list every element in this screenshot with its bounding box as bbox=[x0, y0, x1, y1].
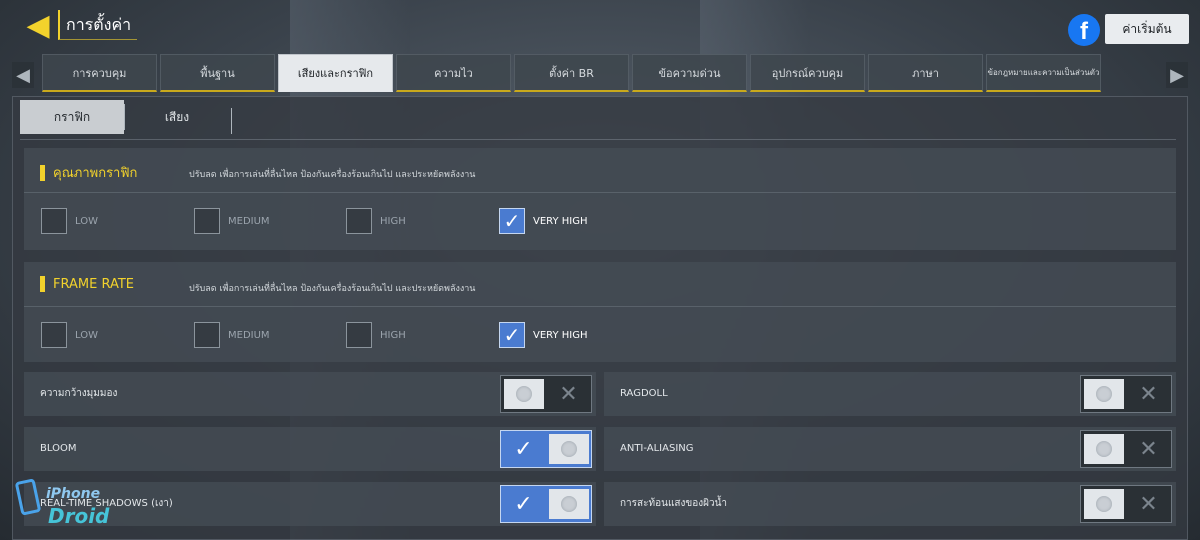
tab-controls[interactable]: การควบคุม bbox=[42, 54, 157, 92]
close-icon: ✕ bbox=[559, 381, 578, 407]
facebook-icon[interactable]: f bbox=[1068, 14, 1100, 46]
tab-language[interactable]: ภาษา bbox=[868, 54, 983, 92]
setting-row-water-reflection: การสะท้อนแสงของผิวน้ำ ✕ bbox=[604, 482, 1176, 526]
setting-row-field-of-view: ความกว้างมุมมอง ✕ bbox=[24, 372, 596, 416]
section-description: ปรับลด เพื่อการเล่นที่ลื่นไหล ป้องกันเคร… bbox=[189, 284, 476, 294]
checkmark-icon: ✓ bbox=[514, 491, 533, 517]
close-icon: ✕ bbox=[1139, 436, 1158, 462]
option-medium[interactable]: MEDIUM bbox=[194, 322, 270, 348]
back-arrow-icon[interactable]: ◀ bbox=[22, 10, 54, 42]
tab-audio-graphics[interactable]: เสียงและกราฟิก bbox=[278, 54, 393, 92]
phone-icon bbox=[14, 478, 42, 516]
checkmark-icon: ✓ bbox=[514, 436, 533, 462]
option-low[interactable]: LOW bbox=[41, 322, 98, 348]
subtab-audio[interactable]: เสียง bbox=[125, 100, 229, 134]
toggle-switch[interactable]: ✕ bbox=[1080, 375, 1172, 413]
setting-label: ANTI-ALIASING bbox=[620, 443, 694, 454]
watermark-logo: iPhone Droid bbox=[14, 478, 119, 534]
option-medium[interactable]: MEDIUM bbox=[194, 208, 270, 234]
divider bbox=[24, 192, 1176, 193]
chevron-right-icon[interactable]: ▶ bbox=[1166, 62, 1188, 88]
setting-label: ความกว้างมุมมอง bbox=[40, 388, 118, 399]
toggle-switch[interactable]: ✓ bbox=[500, 485, 592, 523]
checkbox[interactable] bbox=[194, 322, 220, 348]
option-label: MEDIUM bbox=[228, 329, 270, 341]
toggle-knob bbox=[1083, 434, 1124, 464]
tab-basic[interactable]: พื้นฐาน bbox=[160, 54, 275, 92]
page-title: การตั้งค่า bbox=[58, 10, 138, 40]
setting-row-bloom: BLOOM ✓ bbox=[24, 427, 596, 471]
frame-rate-section: FRAME RATE ปรับลด เพื่อการเล่นที่ลื่นไหล… bbox=[24, 262, 1176, 362]
toggle-knob bbox=[1083, 489, 1124, 519]
setting-label: การสะท้อนแสงของผิวน้ำ bbox=[620, 498, 728, 509]
toggle-switch[interactable]: ✕ bbox=[1080, 430, 1172, 468]
option-label: HIGH bbox=[380, 215, 406, 227]
tab-controllers[interactable]: อุปกรณ์ควบคุม bbox=[750, 54, 865, 92]
tab-quick-messages[interactable]: ข้อความด่วน bbox=[632, 54, 747, 92]
checkmark-icon[interactable]: ✓ bbox=[499, 322, 525, 348]
reset-defaults-button[interactable]: ค่าเริ่มต้น bbox=[1105, 14, 1189, 44]
tab-legal-privacy[interactable]: ข้อกฎหมายและความเป็นส่วนตัว bbox=[986, 54, 1101, 92]
graphics-quality-section: คุณภาพกราฟิก ปรับลด เพื่อการเล่นที่ลื่นไ… bbox=[24, 148, 1176, 250]
section-marker bbox=[40, 164, 45, 181]
option-low[interactable]: LOW bbox=[41, 208, 98, 234]
checkbox[interactable] bbox=[346, 322, 372, 348]
option-label: HIGH bbox=[380, 329, 406, 341]
toggle-knob bbox=[548, 489, 589, 519]
close-icon: ✕ bbox=[1139, 491, 1158, 517]
option-label: VERY HIGH bbox=[533, 329, 588, 341]
setting-row-ragdoll: RAGDOLL ✕ bbox=[604, 372, 1176, 416]
option-very-high[interactable]: ✓ VERY HIGH bbox=[499, 208, 588, 234]
section-title: FRAME RATE bbox=[53, 276, 134, 292]
section-title: คุณภาพกราฟิก bbox=[53, 166, 138, 181]
subtabs: กราฟิก เสียง bbox=[20, 100, 229, 134]
checkmark-icon[interactable]: ✓ bbox=[499, 208, 525, 234]
option-very-high[interactable]: ✓ VERY HIGH bbox=[499, 322, 588, 348]
tab-br-settings[interactable]: ตั้งค่า BR bbox=[514, 54, 629, 92]
toggle-switch[interactable]: ✕ bbox=[1080, 485, 1172, 523]
divider bbox=[24, 306, 1176, 307]
main-tabs: การควบคุม พื้นฐาน เสียงและกราฟิก ความไว … bbox=[42, 54, 1104, 92]
divider bbox=[20, 139, 1176, 140]
toggle-knob bbox=[1083, 379, 1124, 409]
section-description: ปรับลด เพื่อการเล่นที่ลื่นไหล ป้องกันเคร… bbox=[189, 170, 476, 180]
setting-label: BLOOM bbox=[40, 443, 77, 454]
setting-label: RAGDOLL bbox=[620, 388, 668, 399]
section-marker bbox=[40, 276, 45, 292]
setting-row-anti-aliasing: ANTI-ALIASING ✕ bbox=[604, 427, 1176, 471]
watermark-text: Droid bbox=[48, 504, 110, 528]
close-icon: ✕ bbox=[1139, 381, 1158, 407]
watermark-text: iPhone bbox=[46, 486, 101, 502]
option-label: MEDIUM bbox=[228, 215, 270, 227]
option-label: VERY HIGH bbox=[533, 215, 588, 227]
subtab-divider bbox=[231, 108, 232, 134]
checkbox[interactable] bbox=[41, 208, 67, 234]
option-high[interactable]: HIGH bbox=[346, 208, 406, 234]
checkbox[interactable] bbox=[346, 208, 372, 234]
option-high[interactable]: HIGH bbox=[346, 322, 406, 348]
option-label: LOW bbox=[75, 329, 98, 341]
toggle-switch[interactable]: ✕ bbox=[500, 375, 592, 413]
checkbox[interactable] bbox=[194, 208, 220, 234]
tab-sensitivity[interactable]: ความไว bbox=[396, 54, 511, 92]
subtab-graphics[interactable]: กราฟิก bbox=[20, 100, 124, 134]
toggle-switch[interactable]: ✓ bbox=[500, 430, 592, 468]
toggle-knob bbox=[503, 379, 544, 409]
checkbox[interactable] bbox=[41, 322, 67, 348]
option-label: LOW bbox=[75, 215, 98, 227]
toggle-knob bbox=[548, 434, 589, 464]
chevron-left-icon[interactable]: ◀ bbox=[12, 62, 34, 88]
